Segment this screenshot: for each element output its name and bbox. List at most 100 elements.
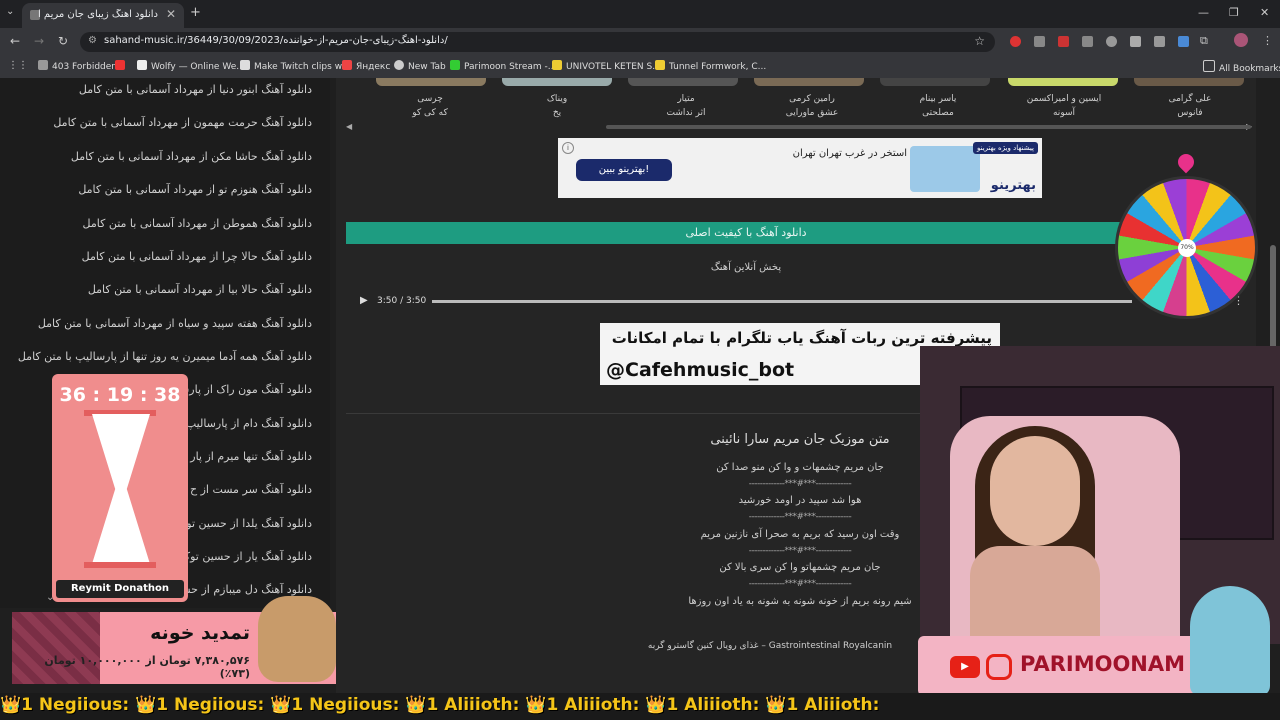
artist-song: که کی کو	[412, 108, 448, 118]
artist-thumbnail[interactable]	[628, 78, 738, 86]
tab-bar: ⌄ دانلود آهنگ زیبای جان مریم از خ ✕ + — …	[0, 0, 1280, 28]
related-song-link[interactable]: دانلود آهنگ هنوزم تو از مهرداد آسمانی با…	[78, 183, 312, 196]
extension-icon[interactable]	[1058, 36, 1069, 47]
related-song-link[interactable]: دانلود آهنگ هفته سپید و سیاه از مهرداد آ…	[38, 317, 312, 330]
artist-card[interactable]: ایسین و امیراکسمن آسونه	[1014, 92, 1114, 120]
bookmark-item[interactable]: Make Twitch clips w...	[240, 60, 350, 72]
artist-song: فانوس	[1177, 108, 1203, 118]
s-icon	[655, 60, 665, 70]
extension-icon[interactable]	[1082, 36, 1093, 47]
artist-name: چرسی	[417, 94, 443, 104]
artist-thumbnail[interactable]	[1134, 78, 1244, 86]
related-song-link[interactable]: دانلود آهنگ حاشا مکن از مهرداد آسمانی با…	[71, 150, 312, 163]
bookmark-item[interactable]: Tunnel Formwork, C...	[655, 60, 766, 72]
extensions-puzzle-icon[interactable]: ⧉	[1200, 34, 1208, 48]
artist-card[interactable]: متیار اثر نداشت	[636, 92, 736, 120]
extension-icon[interactable]	[1130, 36, 1141, 47]
timer-clock: 36 : 19 : 38	[59, 384, 181, 406]
wheel-center: 70%	[1178, 239, 1196, 257]
artist-thumbnail[interactable]	[376, 78, 486, 86]
artist-thumbnail[interactable]	[754, 78, 864, 86]
ad-banner[interactable]: i بهترینو ببین! استخر در غرب تهران تهران…	[558, 138, 1042, 198]
ticker-text: 👑1 Negiious: 👑1 Negiious: 👑1 Negiious: 👑…	[0, 695, 880, 715]
bookmark-item[interactable]: Parimoon Stream -...	[450, 60, 556, 72]
carousel-scrollbar[interactable]	[606, 125, 1251, 129]
extension-icon[interactable]	[1178, 36, 1189, 47]
seek-bar[interactable]	[432, 300, 1132, 303]
youtube-icon	[115, 60, 125, 70]
folder-icon	[1203, 60, 1215, 72]
back-icon[interactable]: ←	[10, 34, 20, 48]
bookmark-item[interactable]	[115, 60, 129, 72]
artist-thumbnail[interactable]	[502, 78, 612, 86]
yandex-icon	[342, 60, 352, 70]
extension-icon[interactable]	[1154, 36, 1165, 47]
related-song-link[interactable]: دانلود آهنگ ابنور دنیا از مهرداد آسمانی …	[79, 83, 312, 96]
ad-cta-button[interactable]: بهترینو ببین!	[576, 159, 672, 181]
extensions-area	[1006, 34, 1206, 50]
download-hq-button[interactable]: دانلود آهنگ با کیفیت اصلی	[346, 222, 1146, 244]
related-song-link[interactable]: دانلود آهنگ هموطن از مهرداد آسمانی با مت…	[83, 217, 312, 230]
bookmark-item[interactable]: 403 Forbidden	[38, 60, 117, 72]
related-song-link[interactable]: دانلود آهنگ همه آدما میمیرن یه روز تنها …	[18, 350, 312, 363]
artist-song: آسونه	[1052, 108, 1076, 118]
site-info-icon[interactable]: ⚙	[88, 35, 97, 46]
related-song-link[interactable]: دانلود آهنگ حالا چرا از مهرداد آسمانی با…	[82, 250, 312, 263]
artist-card[interactable]: علی گرامی فانوس	[1140, 92, 1240, 120]
cat-mascot	[258, 596, 336, 682]
bookmark-star-icon[interactable]: ☆	[974, 34, 985, 48]
ad-text: استخر در غرب تهران تهران	[792, 148, 907, 159]
related-song-link[interactable]: دانلود آهنگ حالا بیا از مهرداد آسمانی با…	[88, 283, 312, 296]
minimize-icon[interactable]: —	[1198, 6, 1209, 19]
social-bar: ▶ PARIMOONAM	[918, 636, 1198, 696]
related-song-link[interactable]: دانلود آهنگ یلدا از حسین تو	[186, 517, 312, 530]
related-song-link[interactable]: دانلود آهنگ یار از حسین توک	[180, 550, 312, 563]
active-tab[interactable]: دانلود آهنگ زیبای جان مریم از خ ✕	[22, 3, 184, 28]
instagram-icon	[986, 654, 1012, 680]
related-song-link[interactable]: دانلود آهنگ تنها میرم از پار	[190, 450, 312, 463]
s-icon	[552, 60, 562, 70]
play-icon[interactable]: ▶	[360, 295, 368, 306]
ad-info-icon[interactable]: i	[562, 142, 574, 154]
ad-image	[910, 146, 980, 192]
carousel-left-icon[interactable]: ◀	[346, 122, 352, 131]
bookmark-item[interactable]: Яндекс	[342, 60, 390, 72]
address-bar[interactable]: ⚙ sahand-music.ir/36449/30/09/2023/دانلو…	[80, 32, 995, 52]
related-song-link[interactable]: دانلود آهنگ دام از پارسالیپ	[186, 417, 312, 430]
artist-thumbnail[interactable]	[1008, 78, 1118, 86]
related-song-link[interactable]: دانلود آهنگ سر مست از ح	[190, 483, 312, 496]
streamer-body	[970, 546, 1100, 646]
page-scrollbar[interactable]	[1270, 245, 1276, 355]
extension-icon[interactable]	[1010, 36, 1021, 47]
apps-icon[interactable]: ⋮⋮	[8, 60, 28, 71]
ad-logo: بهترینو	[990, 178, 1036, 193]
youtube-icon: ▶	[950, 656, 980, 678]
artist-thumbnail[interactable]	[880, 78, 990, 86]
related-song-link[interactable]: دانلود آهنگ مون راک از پارس	[176, 383, 312, 396]
new-tab-button[interactable]: +	[190, 5, 201, 20]
goal-amount: ۷,۳۸۰,۵۷۶ تومان از ۱۰,۰۰۰,۰۰۰ تومان (۷۳٪…	[44, 654, 250, 680]
bookmark-item[interactable]: New Tab	[394, 60, 446, 72]
extension-icon[interactable]	[1106, 36, 1117, 47]
artist-card[interactable]: یاسر بینام مصلحتی	[888, 92, 988, 120]
footer-link[interactable]: غذای رویال کنین گاسترو گربه – Gastrointe…	[560, 641, 980, 651]
extension-icon[interactable]	[1034, 36, 1045, 47]
artist-card[interactable]: رامین کرمی عشق ماورایی	[762, 92, 862, 120]
profile-avatar[interactable]	[1234, 33, 1248, 47]
menu-icon[interactable]: ⋮	[1262, 34, 1273, 47]
reload-icon[interactable]: ↻	[58, 34, 68, 48]
related-song-link[interactable]: دانلود آهنگ دل میبازم از حس	[177, 583, 312, 596]
tab-close-icon[interactable]: ✕	[166, 7, 176, 21]
timer-label: Reymit Donathon	[56, 580, 184, 598]
forward-icon[interactable]: →	[34, 34, 44, 48]
artist-card[interactable]: ویناک یخ	[507, 92, 607, 120]
bookmark-item[interactable]: UNIVOTEL KETEN S...	[552, 60, 661, 72]
artist-card[interactable]: چرسی که کی کو	[380, 92, 480, 120]
tab-search-icon[interactable]: ⌄	[6, 6, 14, 17]
all-bookmarks[interactable]: All Bookmarks	[1203, 60, 1280, 74]
maximize-icon[interactable]: ❐	[1229, 6, 1239, 19]
artist-song: یخ	[552, 108, 562, 118]
related-song-link[interactable]: دانلود آهنگ حرمت مهمون از مهرداد آسمانی …	[53, 116, 312, 129]
bookmark-item[interactable]: Wolfy — Online We...	[137, 60, 245, 72]
window-close-icon[interactable]: ✕	[1260, 6, 1269, 19]
